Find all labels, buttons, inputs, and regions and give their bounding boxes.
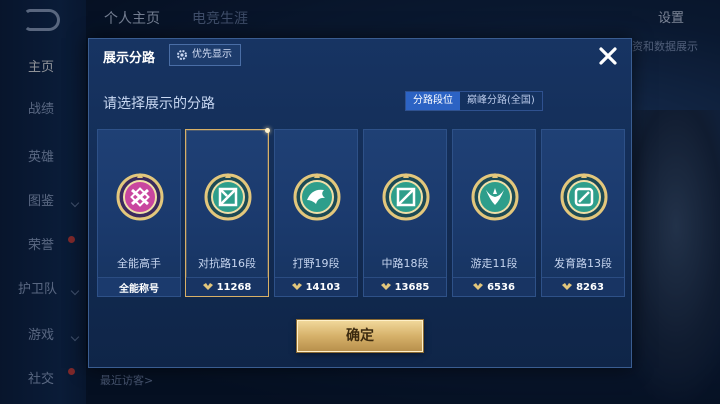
route-name: 打野19段 [292,257,340,270]
route-card[interactable]: 发育路13段 8263 [541,129,625,297]
route-display-dialog: 展示分路 优先显示 请选择展示的分路 分路段位 巅峰分路(全国) 全能高手 全能… [88,38,632,368]
score-icon [380,283,391,290]
segment-route-rank[interactable]: 分路段位 [406,92,460,110]
route-card[interactable]: 全能高手 全能称号 [97,129,181,297]
route-score: 6536 [487,281,515,293]
segment-toggle: 分路段位 巅峰分路(全国) [405,91,543,111]
route-name: 游走11段 [470,257,518,270]
route-name: 全能高手 [117,257,161,270]
route-score: 14103 [305,281,341,293]
route-footer: 13685 [364,277,446,296]
route-score: 13685 [394,281,430,293]
route-card[interactable]: 中路18段 13685 [363,129,447,297]
selection-spark [265,128,270,133]
score-icon [473,283,484,290]
route-name: 中路18段 [381,257,429,270]
mid-lane-badge-icon [382,173,430,221]
roam-badge-icon [471,173,519,221]
score-icon [202,283,213,290]
farm-lane-badge-icon [560,173,608,221]
route-card[interactable]: 打野19段 14103 [274,129,358,297]
gear-icon [177,50,187,60]
score-icon [291,283,302,290]
route-footer: 6536 [453,277,535,296]
route-name: 对抗路16段 [198,257,256,270]
route-card-selected[interactable]: 对抗路16段 11268 [185,128,270,297]
confirm-button[interactable]: 确定 [297,320,423,352]
priority-display-button[interactable]: 优先显示 [169,44,241,66]
close-button[interactable] [593,41,623,71]
clash-lane-badge-icon [204,173,252,221]
route-footer: 全能称号 [98,277,180,296]
route-footer: 8263 [542,277,624,296]
route-name: 发育路13段 [554,257,612,270]
jungle-badge-icon [293,173,341,221]
dialog-title: 展示分路 [103,51,156,66]
priority-label: 优先显示 [192,49,232,60]
route-title-label: 全能称号 [119,283,159,295]
score-icon [562,283,573,290]
close-icon [599,47,617,65]
route-score: 8263 [576,281,604,293]
route-card[interactable]: 游走11段 6536 [452,129,536,297]
all-round-badge-icon [116,173,164,221]
selection-prompt: 请选择展示的分路 [103,96,215,112]
route-footer: 14103 [275,277,357,296]
route-footer: 11268 [186,277,268,296]
segment-peak-route[interactable]: 巅峰分路(全国) [460,92,542,110]
route-score: 11268 [216,281,252,293]
